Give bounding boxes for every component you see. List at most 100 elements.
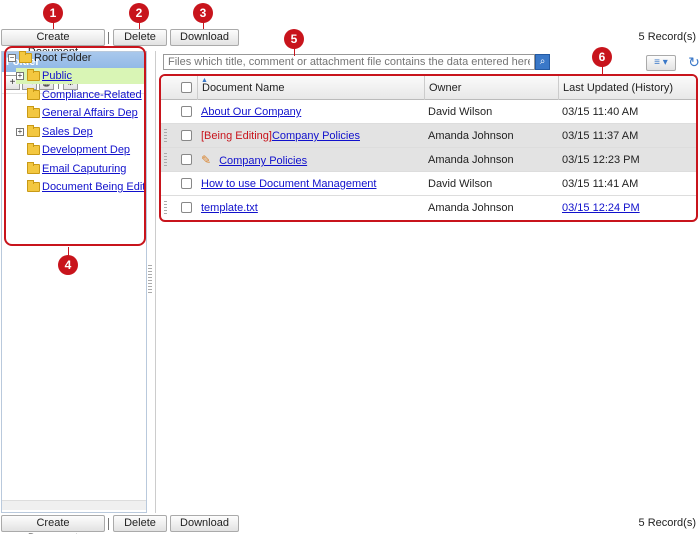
callout-badge-2: 2 [129,3,149,23]
column-document-name[interactable]: Document Name [197,76,424,100]
folder-icon [27,69,40,81]
tree-item-document-being-edited[interactable]: Document Being Edited [27,179,144,195]
document-name-cell: template.txt [201,196,258,220]
tree-item-label[interactable]: Public [42,70,72,82]
callout-line-1 [53,22,54,29]
toolbar-separator [108,518,109,530]
open-folder-icon [19,51,32,63]
callout-badge-3: 3 [193,3,213,23]
row-drag-handle[interactable] [164,201,167,215]
tree-item-label[interactable]: Sales Dep [42,126,93,138]
editing-status: [Being Editing] [201,130,272,142]
row-checkbox[interactable] [181,178,192,189]
tree-item-label[interactable]: Development Dep [42,144,130,156]
tree-item-sales[interactable]: + Sales Dep [16,124,93,140]
callout-badge-5: 5 [284,29,304,49]
search-icon[interactable]: ⌕ [535,54,550,70]
folder-icon [27,162,40,174]
download-button[interactable]: Download [170,515,239,532]
expand-icon[interactable]: + [16,72,24,80]
record-count: 5 Record(s) [638,31,696,43]
search-row: ⌕ ≡ ▾ ↻ [163,54,700,72]
document-name-cell: ✎ Company Policies [201,148,307,172]
tree-item-general-affairs[interactable]: General Affairs Dep [27,105,138,121]
document-table: ▲ Document Name Owner Last Updated (Hist… [159,74,698,222]
updated-cell: 03/15 11:40 AM [562,106,639,118]
collapse-icon[interactable]: − [8,54,16,62]
tree-item-label[interactable]: Compliance-Related [42,89,142,101]
folder-icon [27,106,40,118]
create-document-button[interactable]: Create Document [1,29,105,58]
owner-cell: Amanda Johnson [428,202,514,214]
pencil-icon: ✎ [201,153,212,167]
document-name-cell: About Our Company [201,100,301,124]
row-checkbox[interactable] [181,202,192,213]
owner-cell: Amanda Johnson [428,130,514,142]
table-row[interactable]: [Being Editing]Company Policies Amanda J… [161,124,696,148]
row-checkbox[interactable] [181,106,192,117]
updated-cell: 03/15 11:41 AM [562,178,639,190]
view-menu-icon[interactable]: ≡ ▾ [646,55,676,71]
document-link[interactable]: Company Policies [272,130,360,142]
record-count: 5 Record(s) [638,517,696,529]
document-link[interactable]: How to use Document Management [201,178,376,190]
history-link[interactable]: 03/15 12:24 PM [562,202,640,214]
row-checkbox[interactable] [181,154,192,165]
tree-item-email-capturing[interactable]: Email Caputuring [27,161,126,177]
search-input[interactable] [163,54,535,70]
select-all-checkbox[interactable] [181,82,192,93]
folder-tree: − Root Folder + Public Compliance-Relate… [4,46,146,246]
callout-badge-6: 6 [592,47,612,67]
refresh-icon[interactable]: ↻ [686,55,700,71]
updated-cell: 03/15 12:24 PM [562,196,640,220]
table-row[interactable]: About Our Company David Wilson 03/15 11:… [161,100,696,124]
create-document-button[interactable]: Create Document [1,515,105,534]
expand-icon[interactable]: + [16,128,24,136]
tree-item-label[interactable]: Email Caputuring [42,163,126,175]
document-link[interactable]: Company Policies [219,155,307,167]
row-checkbox[interactable] [181,130,192,141]
tree-item-compliance[interactable]: Compliance-Related [27,87,142,103]
callout-badge-1: 1 [43,3,63,23]
tree-item-root-folder[interactable]: − Root Folder [8,50,91,66]
tree-item-development[interactable]: Development Dep [27,142,130,158]
folder-edit-icon [27,180,40,192]
callout-badge-4: 4 [58,255,78,275]
table-row[interactable]: How to use Document Management David Wil… [161,172,696,196]
callout-line-5 [294,48,295,56]
tree-item-public[interactable]: + Public [16,68,144,84]
callout-line-2 [139,22,140,29]
column-owner[interactable]: Owner [424,76,558,100]
tree-item-label: Root Folder [34,52,92,64]
updated-cell: 03/15 12:23 PM [562,154,640,166]
row-drag-handle[interactable] [164,153,167,167]
folder-icon [27,125,40,137]
document-link[interactable]: About Our Company [201,106,301,118]
delete-button[interactable]: Delete [113,515,167,532]
document-name-cell: [Being Editing]Company Policies [201,124,360,148]
updated-cell: 03/15 11:37 AM [562,130,639,142]
document-link[interactable]: template.txt [201,202,258,214]
download-button[interactable]: Download [170,29,239,46]
column-last-updated[interactable]: Last Updated (History) [558,76,696,100]
folder-icon [27,88,40,100]
owner-cell: Amanda Johnson [428,154,514,166]
owner-cell: David Wilson [428,178,493,190]
delete-button[interactable]: Delete [113,29,167,46]
folder-horizontal-scrollbar[interactable] [2,500,146,510]
table-row[interactable]: ✎ Company Policies Amanda Johnson 03/15 1… [161,148,696,172]
top-toolbar: Create Document Delete Download 5 Record… [0,28,700,58]
owner-cell: David Wilson [428,106,493,118]
toolbar-separator [108,32,109,44]
row-drag-handle[interactable] [164,129,167,143]
panel-splitter[interactable] [148,265,152,295]
document-list-panel: ⌕ ≡ ▾ ↻ ▲ Document Name Owner Last Updat… [155,51,700,513]
table-header: ▲ Document Name Owner Last Updated (Hist… [161,76,696,100]
table-row[interactable]: template.txt Amanda Johnson 03/15 12:24 … [161,196,696,220]
tree-item-label[interactable]: Document Being Edited [42,181,144,193]
tree-item-label[interactable]: General Affairs Dep [42,107,138,119]
document-name-cell: How to use Document Management [201,172,376,196]
bottom-toolbar: Create Document Delete Download 5 Record… [0,514,700,534]
callout-line-3 [203,22,204,29]
folder-icon [27,143,40,155]
